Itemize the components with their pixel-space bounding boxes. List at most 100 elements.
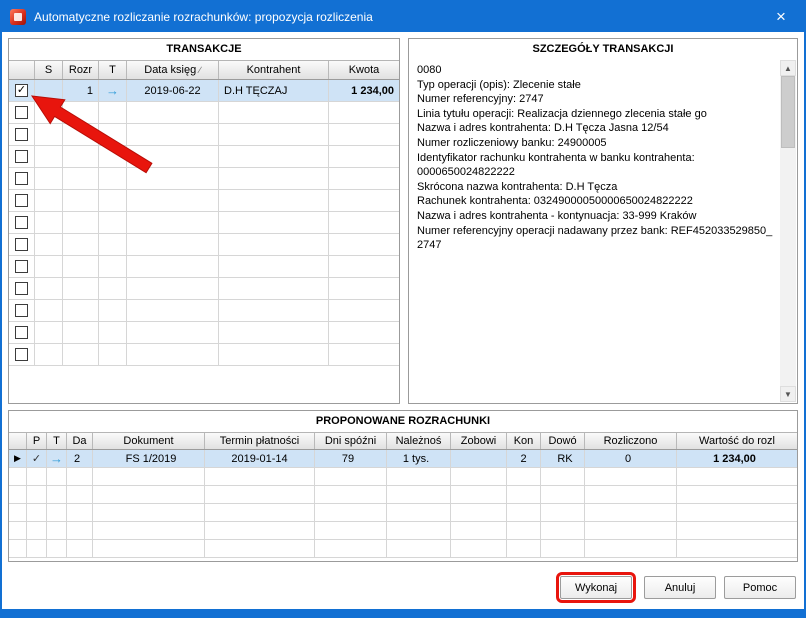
row-checkbox[interactable] <box>15 128 28 141</box>
details-scrollbar[interactable]: ▲ ▼ <box>780 60 796 402</box>
proposed-title: PROPONOWANE ROZRACHUNKI <box>315 415 491 427</box>
row-checkbox-checked[interactable]: ✓ <box>15 84 28 97</box>
transaction-row-empty[interactable] <box>9 190 399 212</box>
col-header-naleznosc[interactable]: Należnoś <box>387 433 451 449</box>
detail-line: Nazwa i adres kontrahenta - kontynuacja:… <box>417 209 697 222</box>
col-header-checkbox[interactable] <box>9 61 35 79</box>
transactions-header-row: S Rozr T Data księg ∕ Kontrahent Kwota <box>9 60 399 80</box>
transaction-row-empty[interactable] <box>9 278 399 300</box>
row-checkbox[interactable] <box>15 150 28 163</box>
proposed-row-empty[interactable] <box>9 504 797 522</box>
sort-asc-icon: ∕ <box>199 65 201 75</box>
proposed-row-selected[interactable]: ▶ ✓ → 2 FS 1/2019 2019-01-14 79 1 tys. 2… <box>9 450 797 468</box>
cell-termin: 2019-01-14 <box>205 450 315 467</box>
cell-dowod: RK <box>541 450 585 467</box>
col-header-dokument[interactable]: Dokument <box>93 433 205 449</box>
transaction-row-empty[interactable] <box>9 322 399 344</box>
col-header-kwota[interactable]: Kwota <box>329 61 399 79</box>
row-checkbox[interactable] <box>15 216 28 229</box>
details-panel: SZCZEGÓŁY TRANSAKCJI 0080 Typ operacji (… <box>408 38 798 404</box>
transaction-details-text: 0080 Typ operacji (opis): Zlecenie stałe… <box>409 60 797 256</box>
cell-s <box>35 80 63 101</box>
proposed-row-empty[interactable] <box>9 540 797 558</box>
detail-line: Numer referencyjny operacji nadawany prz… <box>417 224 773 237</box>
proposed-row-empty[interactable] <box>9 522 797 540</box>
current-row-marker-icon: ▶ <box>9 450 27 467</box>
col-header-data-ksieg[interactable]: Data księg ∕ <box>127 61 219 79</box>
row-checkbox[interactable] <box>15 238 28 251</box>
cell-t: → <box>47 450 67 467</box>
col-header-dowod[interactable]: Dowó <box>541 433 585 449</box>
row-checkbox[interactable] <box>15 260 28 273</box>
col-header-dni[interactable]: Dni spóźni <box>315 433 387 449</box>
window-bottom-border <box>2 609 804 617</box>
col-header-t[interactable]: T <box>99 61 127 79</box>
cell-kon: 2 <box>507 450 541 467</box>
transaction-row-selected[interactable]: ✓ 1 → 2019-06-22 D.H TĘCZAJ 1 234,00 <box>9 80 399 102</box>
scroll-down-icon[interactable]: ▼ <box>780 386 796 402</box>
scroll-up-icon[interactable]: ▲ <box>780 60 796 76</box>
scrollbar-track[interactable] <box>780 76 796 386</box>
dialog-window: Automatyczne rozliczanie rozrachunków: p… <box>0 0 806 618</box>
transaction-row-empty[interactable] <box>9 124 399 146</box>
row-checkbox[interactable] <box>15 106 28 119</box>
detail-line: Typ operacji (opis): Zlecenie stałe <box>417 78 581 91</box>
close-button[interactable]: × <box>758 2 804 32</box>
top-section: TRANSAKCJE S Rozr T Data księg ∕ Kontrah… <box>8 38 798 404</box>
dialog-content: TRANSAKCJE S Rozr T Data księg ∕ Kontrah… <box>2 32 804 609</box>
anuluj-button[interactable]: Anuluj <box>644 576 716 599</box>
details-title: SZCZEGÓŁY TRANSAKCJI <box>532 43 674 55</box>
scrollbar-thumb[interactable] <box>781 76 795 148</box>
row-checkbox[interactable] <box>15 348 28 361</box>
col-header-p[interactable]: P <box>27 433 47 449</box>
transaction-row-empty[interactable] <box>9 212 399 234</box>
window-title: Automatyczne rozliczanie rozrachunków: p… <box>34 10 373 24</box>
col-header-kon[interactable]: Kon <box>507 433 541 449</box>
app-icon <box>10 9 26 25</box>
transaction-row-empty[interactable] <box>9 146 399 168</box>
cell-data-ksieg: 2019-06-22 <box>127 80 219 101</box>
row-checkbox[interactable] <box>15 304 28 317</box>
row-checkbox[interactable] <box>15 282 28 295</box>
transaction-row-empty[interactable] <box>9 256 399 278</box>
detail-line: Rachunek kontrahenta: 032490000500006500… <box>417 195 693 208</box>
transaction-row-empty[interactable] <box>9 300 399 322</box>
pomoc-button[interactable]: Pomoc <box>724 576 796 599</box>
wykonaj-button[interactable]: Wykonaj <box>560 576 632 599</box>
cell-naleznosc: 1 tys. <box>387 450 451 467</box>
cell-kwota: 1 234,00 <box>351 84 394 97</box>
cell-wartosc: 1 234,00 <box>713 452 756 465</box>
row-checkbox[interactable] <box>15 172 28 185</box>
col-header-data-label: Data księg <box>144 64 197 76</box>
row-checkbox[interactable] <box>15 194 28 207</box>
col-header-rozliczono[interactable]: Rozliczono <box>585 433 677 449</box>
proposed-panel: PROPONOWANE ROZRACHUNKI P T Da Dokument … <box>8 410 798 562</box>
transaction-row-empty[interactable] <box>9 102 399 124</box>
proposed-row-empty[interactable] <box>9 468 797 486</box>
transaction-row-empty[interactable] <box>9 168 399 190</box>
col-header-zobow[interactable]: Zobowi <box>451 433 507 449</box>
detail-line: Numer rozliczeniowy banku: 24900005 <box>417 136 607 149</box>
row-checkbox[interactable] <box>15 326 28 339</box>
transaction-row-empty[interactable] <box>9 234 399 256</box>
cell-dokument: FS 1/2019 <box>93 450 205 467</box>
cell-kontrahent: D.H TĘCZAJ <box>219 80 329 101</box>
cell-dni: 79 <box>315 450 387 467</box>
detail-line: Numer referencyjny: 2747 <box>417 93 544 106</box>
col-header-rozr[interactable]: Rozr <box>63 61 99 79</box>
col-header-termin[interactable]: Termin płatności <box>205 433 315 449</box>
row-check-icon: ✓ <box>27 450 47 467</box>
col-header-da[interactable]: Da <box>67 433 93 449</box>
col-header-kontrahent[interactable]: Kontrahent <box>219 61 329 79</box>
col-header-wartosc[interactable]: Wartość do rozl <box>677 433 797 449</box>
col-header-t[interactable]: T <box>47 433 67 449</box>
transaction-row-empty[interactable] <box>9 344 399 366</box>
col-header-marker[interactable] <box>9 433 27 449</box>
col-header-s[interactable]: S <box>35 61 63 79</box>
proposed-row-empty[interactable] <box>9 486 797 504</box>
transfer-arrow-icon: → <box>50 451 63 466</box>
detail-line: 2747 <box>417 239 442 252</box>
detail-line: 0000650024822222 <box>417 166 515 179</box>
cell-rozr: 1 <box>63 80 99 101</box>
annotation-highlight-rect: Wykonaj <box>556 572 636 603</box>
